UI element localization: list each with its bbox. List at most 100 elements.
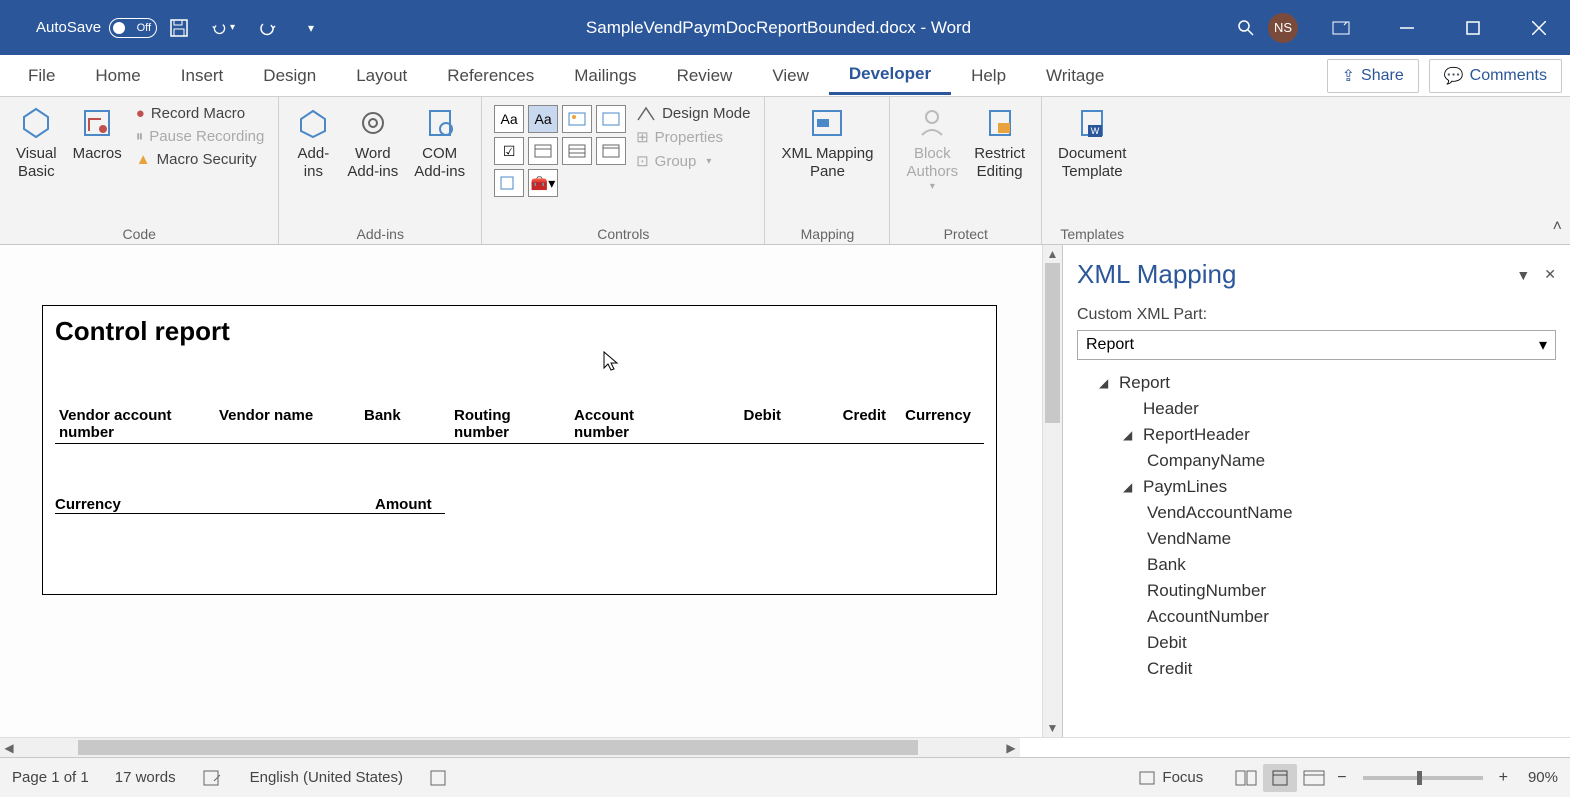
document-template-button[interactable]: WDocument Template — [1050, 101, 1134, 185]
print-layout-icon[interactable] — [1263, 764, 1297, 792]
tree-node-debit[interactable]: Debit — [1077, 630, 1556, 656]
tree-node-header[interactable]: Header — [1077, 396, 1556, 422]
scroll-left-icon[interactable]: ◀ — [0, 741, 18, 755]
tree-node-credit[interactable]: Credit — [1077, 656, 1556, 682]
close-icon[interactable] — [1516, 12, 1562, 44]
collapse-icon[interactable]: ◢ — [1099, 376, 1113, 390]
language-indicator[interactable]: English (United States) — [250, 769, 403, 786]
tab-layout[interactable]: Layout — [336, 58, 427, 94]
dropdown-control-icon[interactable] — [562, 137, 592, 165]
tab-writage[interactable]: Writage — [1026, 58, 1124, 94]
custom-xml-part-select[interactable]: Report ▾ — [1077, 330, 1556, 360]
tab-insert[interactable]: Insert — [161, 58, 244, 94]
vscroll-track[interactable] — [1043, 263, 1062, 719]
pane-close-icon[interactable]: ✕ — [1544, 266, 1556, 283]
design-mode-button[interactable]: Design Mode — [636, 105, 750, 122]
web-layout-icon[interactable] — [1297, 764, 1331, 792]
record-macro-button[interactable]: ●Record Macro — [136, 105, 265, 122]
scroll-up-icon[interactable]: ▲ — [1047, 245, 1059, 263]
picture-control-icon[interactable] — [562, 105, 592, 133]
design-mode-icon — [636, 106, 656, 122]
block-authors-button[interactable]: Block Authors▾ — [898, 101, 966, 197]
maximize-icon[interactable] — [1450, 12, 1496, 44]
save-icon[interactable] — [167, 16, 191, 40]
zoom-level[interactable]: 90% — [1528, 769, 1558, 786]
page-indicator[interactable]: Page 1 of 1 — [12, 769, 89, 786]
minimize-icon[interactable] — [1384, 12, 1430, 44]
tab-home[interactable]: Home — [75, 58, 160, 94]
horizontal-scrollbar[interactable]: ◀ ▶ — [0, 737, 1020, 757]
zoom-in-button[interactable]: + — [1493, 769, 1514, 787]
tree-node-companyname[interactable]: CompanyName — [1077, 448, 1556, 474]
building-block-control-icon[interactable] — [596, 105, 626, 133]
hscroll-track[interactable] — [18, 738, 1002, 757]
spellcheck-icon[interactable] — [202, 769, 224, 787]
focus-mode-button[interactable]: Focus — [1138, 769, 1203, 786]
search-icon[interactable] — [1234, 16, 1258, 40]
vertical-scrollbar[interactable]: ▲ ▼ — [1042, 245, 1062, 737]
xml-tree: ◢Report Header ◢ReportHeader CompanyName… — [1077, 370, 1556, 682]
tab-references[interactable]: References — [427, 58, 554, 94]
macro-security-button[interactable]: ▲Macro Security — [136, 151, 265, 168]
group-label-controls: Controls — [490, 224, 756, 244]
addins-button[interactable]: Add- ins — [287, 101, 339, 185]
zoom-handle[interactable] — [1417, 771, 1422, 785]
repeating-section-control-icon[interactable] — [494, 169, 524, 197]
col-credit: Credit — [785, 407, 890, 441]
macros-button[interactable]: Macros — [65, 101, 130, 167]
visual-basic-button[interactable]: Visual Basic — [8, 101, 65, 185]
redo-icon[interactable] — [255, 16, 279, 40]
read-mode-icon[interactable] — [1229, 764, 1263, 792]
zoom-slider[interactable] — [1363, 776, 1483, 780]
sub-table-header: Currency Amount — [55, 496, 445, 514]
tab-design[interactable]: Design — [243, 58, 336, 94]
com-addins-button[interactable]: COM Add-ins — [406, 101, 473, 185]
ribbon-display-icon[interactable] — [1318, 12, 1364, 44]
restrict-editing-button[interactable]: Restrict Editing — [966, 101, 1033, 185]
collapse-icon[interactable]: ◢ — [1123, 480, 1137, 494]
scroll-right-icon[interactable]: ▶ — [1002, 741, 1020, 755]
autosave-control[interactable]: AutoSave Off — [36, 18, 157, 38]
pane-options-icon[interactable]: ▼ — [1516, 267, 1530, 283]
comments-button[interactable]: 💬Comments — [1429, 59, 1562, 93]
macro-status-icon[interactable] — [429, 769, 449, 787]
tree-node-reportheader[interactable]: ◢ReportHeader — [1077, 422, 1556, 448]
main-area: Control report Vendor account number Ven… — [0, 245, 1570, 737]
tree-node-accountnumber[interactable]: AccountNumber — [1077, 604, 1556, 630]
vscroll-thumb[interactable] — [1045, 263, 1060, 423]
tree-node-vendname[interactable]: VendName — [1077, 526, 1556, 552]
user-avatar[interactable]: NS — [1268, 13, 1298, 43]
legacy-tools-icon[interactable]: 🧰▾ — [528, 169, 558, 197]
checkbox-control-icon[interactable]: ☑ — [494, 137, 524, 165]
autosave-toggle[interactable]: Off — [109, 18, 157, 38]
tree-node-paymlines[interactable]: ◢PaymLines — [1077, 474, 1556, 500]
tab-help[interactable]: Help — [951, 58, 1026, 94]
xml-mapping-pane-button[interactable]: XML Mapping Pane — [773, 101, 881, 185]
collapse-icon[interactable]: ◢ — [1123, 428, 1137, 442]
tree-node-report[interactable]: ◢Report — [1077, 370, 1556, 396]
zoom-out-button[interactable]: − — [1331, 769, 1352, 787]
word-addins-button[interactable]: Word Add-ins — [339, 101, 406, 185]
collapse-ribbon-icon[interactable]: ˄ — [1545, 210, 1570, 244]
date-picker-control-icon[interactable] — [596, 137, 626, 165]
undo-icon[interactable]: ▾ — [211, 16, 235, 40]
tab-file[interactable]: File — [8, 58, 75, 94]
tree-node-bank[interactable]: Bank — [1077, 552, 1556, 578]
tab-view[interactable]: View — [752, 58, 829, 94]
scroll-down-icon[interactable]: ▼ — [1047, 719, 1059, 737]
share-button[interactable]: ⇪Share — [1327, 59, 1419, 93]
combobox-control-icon[interactable] — [528, 137, 558, 165]
tab-review[interactable]: Review — [657, 58, 753, 94]
tab-mailings[interactable]: Mailings — [554, 58, 656, 94]
hscroll-thumb[interactable] — [78, 740, 918, 755]
plain-text-control-icon[interactable]: Aa — [528, 105, 558, 133]
rich-text-control-icon[interactable]: Aa — [494, 105, 524, 133]
word-count[interactable]: 17 words — [115, 769, 176, 786]
tab-developer[interactable]: Developer — [829, 56, 951, 95]
tree-node-vendaccountname[interactable]: VendAccountName — [1077, 500, 1556, 526]
customize-qat-icon[interactable]: ▾ — [299, 16, 323, 40]
document-area[interactable]: Control report Vendor account number Ven… — [0, 245, 1042, 737]
mouse-cursor-icon — [602, 350, 622, 374]
tree-node-routingnumber[interactable]: RoutingNumber — [1077, 578, 1556, 604]
share-icon: ⇪ — [1342, 66, 1355, 86]
